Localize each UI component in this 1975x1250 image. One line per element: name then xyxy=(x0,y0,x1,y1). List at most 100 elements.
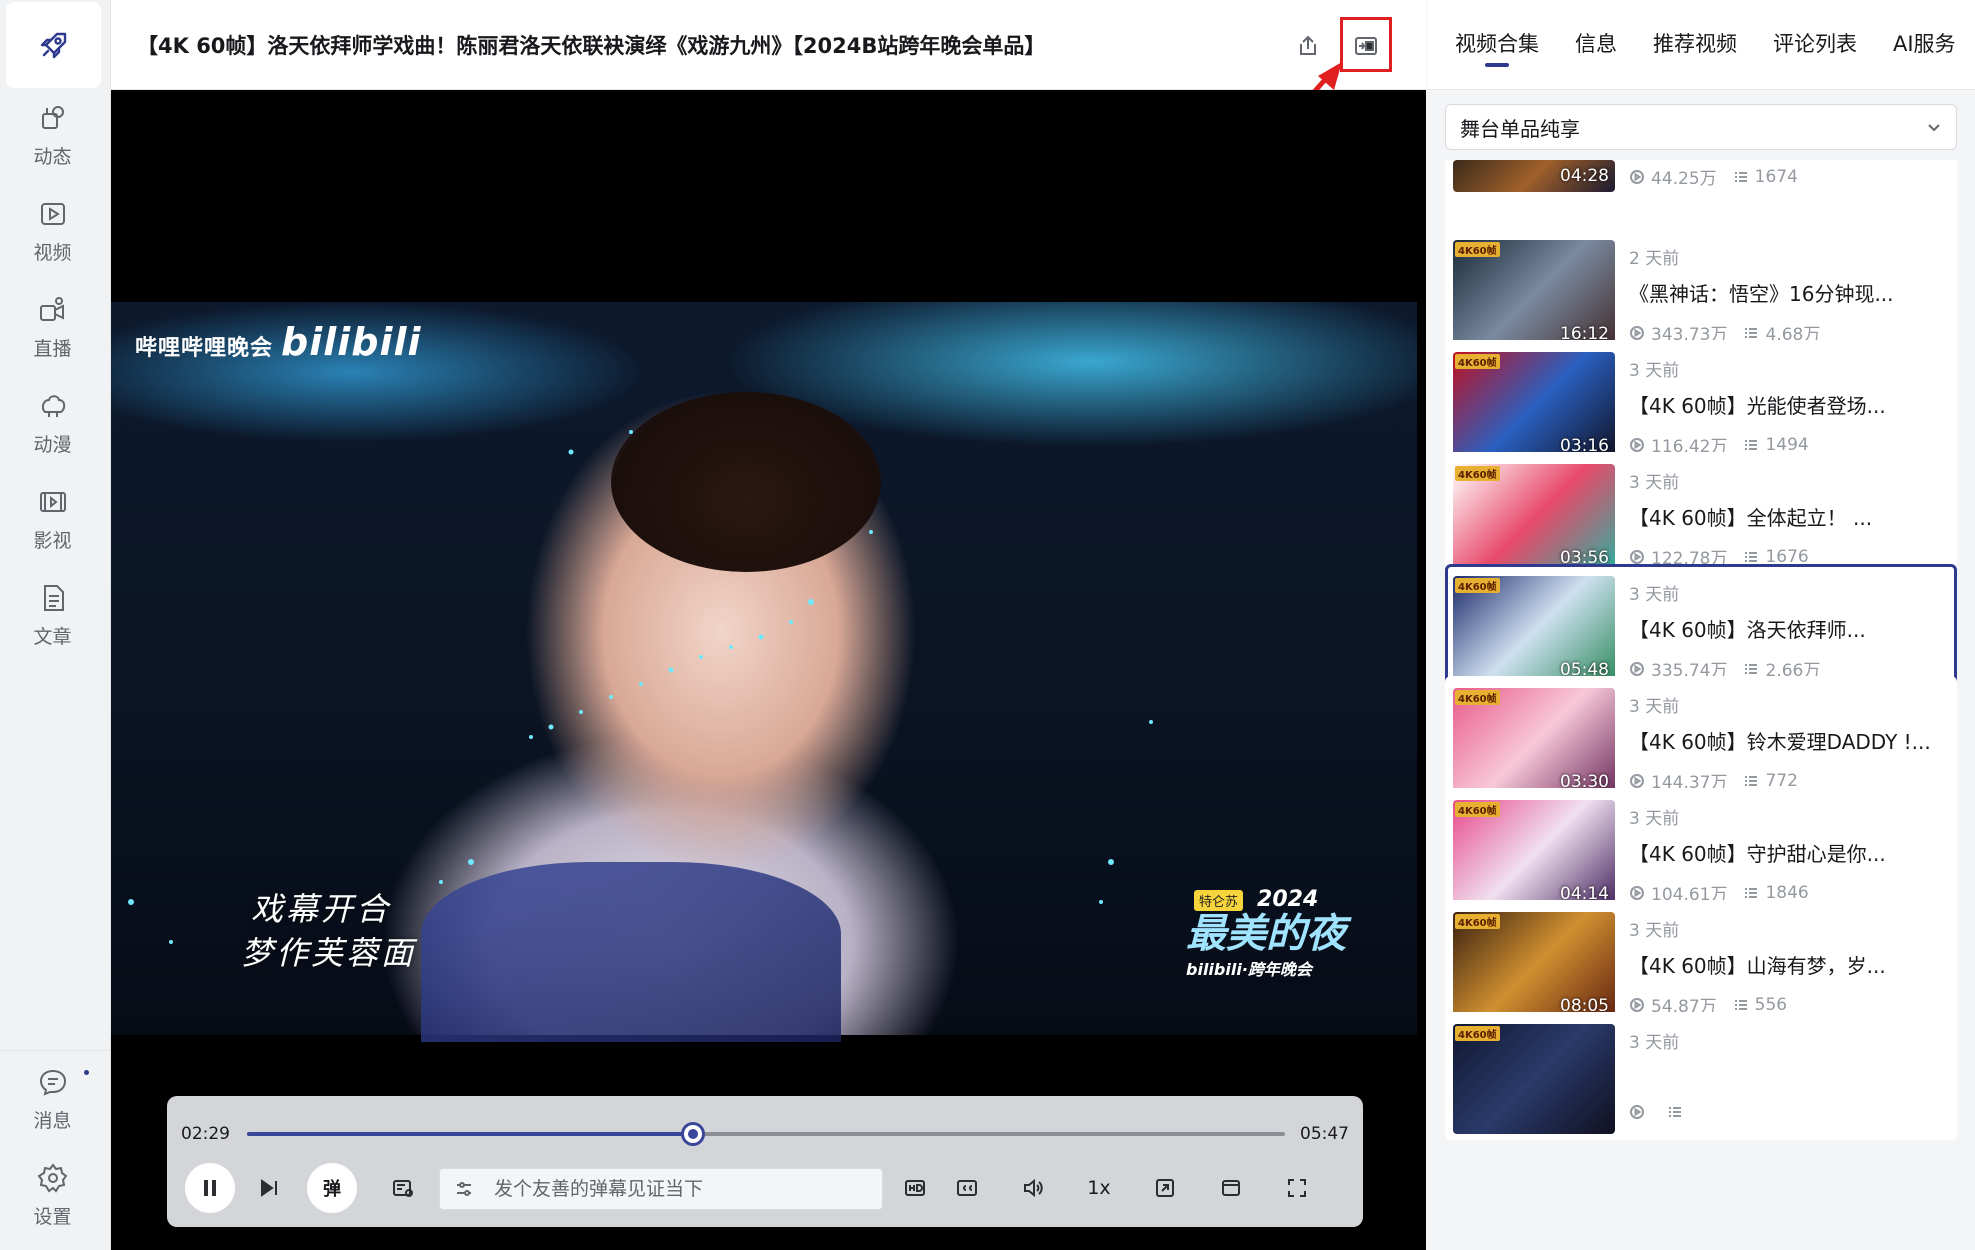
dropdown-value: 舞台单品纯享 xyxy=(1460,116,1580,141)
subtitle-button[interactable] xyxy=(947,1164,987,1212)
web-fullscreen-icon xyxy=(1222,1180,1240,1196)
video-list-item[interactable]: 4K60帧 04:14 3 天前 【4K 60帧】守护甜心是你... 104.61万 18… xyxy=(1445,788,1957,916)
sidebar-item-label: 文章 xyxy=(33,625,72,648)
panel-tabs: 视频合集 信息 推荐视频 评论列表 AI服务 xyxy=(1427,0,1975,90)
sidebar-item-live[interactable]: 直播 xyxy=(0,284,105,370)
danmaku-list-icon xyxy=(1734,999,1747,1010)
article-icon xyxy=(43,584,64,611)
sidebar-item-label: 直播 xyxy=(33,337,72,360)
video-play-icon xyxy=(40,202,65,225)
speed-button[interactable]: 1x xyxy=(1079,1164,1119,1212)
home-logo-button[interactable] xyxy=(6,2,101,88)
danmaku-settings-button[interactable] xyxy=(385,1164,421,1212)
video-thumbnail: 4K60帧 16:12 xyxy=(1453,240,1615,350)
picture-in-picture-button[interactable] xyxy=(1145,1164,1185,1212)
collection-dropdown[interactable]: 舞台单品纯享 xyxy=(1445,104,1957,150)
rocket-icon xyxy=(40,32,66,59)
video-list-item[interactable]: 4K60帧 08:05 3 天前 【4K 60帧】山海有梦，岁... 54.87万 556 xyxy=(1445,900,1957,1028)
danmaku-list-icon xyxy=(1745,327,1758,338)
video-list-item[interactable]: 4K60帧 03:16 3 天前 【4K 60帧】光能使者登场... 116.42万 14… xyxy=(1445,340,1957,468)
play-count-icon xyxy=(1630,661,1644,676)
sidebar-item-label: 消息 xyxy=(33,1109,72,1132)
publish-time: 3 天前 xyxy=(1629,473,1680,493)
event-year: 2024 xyxy=(1257,887,1319,912)
tab-info[interactable]: 信息 xyxy=(1575,28,1617,58)
sidebar-item-label: 动漫 xyxy=(33,433,72,456)
volume-button[interactable] xyxy=(1013,1164,1053,1212)
dynamic-icon xyxy=(41,105,64,129)
tab-ai-service[interactable]: AI服务 xyxy=(1893,28,1956,58)
view-count: 44.25万 xyxy=(1629,164,1717,189)
video-thumbnail: 4K60帧 03:16 xyxy=(1453,352,1615,462)
video-stats xyxy=(1629,1104,1689,1120)
video-list-title: 【4K 60帧】全体起立！ ... xyxy=(1629,506,1873,530)
video-thumbnail: 4K60帧 xyxy=(1453,1024,1615,1134)
app-window: 动态 视频 直播 动漫 影视 文章 消息 设置 【4K 60帧】洛天依拜师学戏曲… xyxy=(0,0,1975,1250)
publish-time: 3 天前 xyxy=(1629,921,1680,941)
sidebar-item-dynamic[interactable]: 动态 xyxy=(0,92,105,178)
publish-time: 3 天前 xyxy=(1629,585,1680,605)
quality-badge: 4K60帧 xyxy=(1455,690,1500,705)
sidebar: 动态 视频 直播 动漫 影视 文章 消息 设置 xyxy=(0,0,111,1250)
lyric-line: 梦作芙蓉面 xyxy=(241,934,417,972)
video-list-title: 【4K 60帧】山海有梦，岁... xyxy=(1629,954,1886,978)
share-button[interactable] xyxy=(1295,33,1321,59)
progress-handle[interactable] xyxy=(681,1122,706,1146)
publish-time: 3 天前 xyxy=(1629,809,1680,829)
video-duration: 04:28 xyxy=(1560,166,1609,186)
sidebar-item-video[interactable]: 视频 xyxy=(0,188,105,274)
video-list-item[interactable]: 4K60帧 05:48 3 天前 【4K 60帧】洛天依拜师... 335.74万 2.6… xyxy=(1445,564,1957,692)
sidebar-item-label: 视频 xyxy=(33,241,72,264)
player-controls: 02:29 05:47 弹 发个友善的弹幕见证当下 1x xyxy=(167,1096,1363,1227)
video-frame: 哔哩哔哩晚会 bilibili 戏幕开合 梦作芙蓉面 特仑苏 2024 最美的夜 b… xyxy=(111,302,1417,1042)
pause-button[interactable] xyxy=(185,1163,235,1213)
quality-button[interactable] xyxy=(895,1164,935,1212)
tab-recommended[interactable]: 推荐视频 xyxy=(1653,28,1737,58)
danmaku-input-box[interactable] xyxy=(439,1168,883,1210)
video-list-title: 【4K 60帧】守护甜心是你... xyxy=(1629,842,1886,866)
sidebar-item-label: 动态 xyxy=(33,145,72,168)
tab-collection[interactable]: 视频合集 xyxy=(1455,28,1539,58)
quality-badge: 4K60帧 xyxy=(1455,802,1500,817)
watermark-text: 哔哩哔哩晚会 xyxy=(135,336,274,361)
publish-time: 3 天前 xyxy=(1629,1033,1680,1053)
video-list-item[interactable]: 4K60帧 3 天前 xyxy=(1445,1012,1957,1140)
video-list-item[interactable]: 4K60帧 16:12 2 天前 《黑神话：悟空》16分钟现... 343.73万 4.6… xyxy=(1445,228,1957,356)
quality-badge: 4K60帧 xyxy=(1455,242,1500,257)
danmaku-list-icon xyxy=(1734,171,1747,182)
progress-bar[interactable] xyxy=(247,1122,1285,1146)
sidebar-item-settings[interactable]: 设置 xyxy=(0,1152,105,1238)
video-list-item[interactable]: 4K60帧 03:30 3 天前 【4K 60帧】铃木爱理DADDY !... 144.… xyxy=(1445,676,1957,804)
video-list: 04:28 44.25万 1674 4K60帧 16:12 2 天前 《黑神话：悟空》16分… xyxy=(1445,160,1961,1250)
video-thumbnail: 4K60帧 08:05 xyxy=(1453,912,1615,1022)
sidebar-item-article[interactable]: 文章 xyxy=(0,572,105,658)
total-time: 05:47 xyxy=(1300,1124,1349,1144)
sidebar-item-label: 影视 xyxy=(33,529,72,552)
video-thumbnail: 4K60帧 05:48 xyxy=(1453,576,1615,686)
settings-icon xyxy=(37,1162,67,1193)
message-icon xyxy=(39,1069,66,1096)
web-fullscreen-button[interactable] xyxy=(1211,1164,1251,1212)
lyric-line: 戏幕开合 xyxy=(251,890,392,928)
fullscreen-button[interactable] xyxy=(1277,1164,1317,1212)
video-thumbnail: 4K60帧 03:56 xyxy=(1453,464,1615,574)
sidebar-item-messages[interactable]: 消息 xyxy=(0,1056,105,1142)
video-player[interactable]: 哔哩哔哩晚会 bilibili 戏幕开合 梦作芙蓉面 特仑苏 2024 最美的夜 b… xyxy=(111,90,1426,1250)
danmaku-input[interactable] xyxy=(494,1178,854,1200)
video-list-item[interactable]: 4K60帧 03:56 3 天前 【4K 60帧】全体起立！ ... 122.78万 16… xyxy=(1445,452,1957,580)
sidebar-item-film[interactable]: 影视 xyxy=(0,476,105,562)
video-title: 【4K 60帧】洛天依拜师学戏曲！陈丽君洛天依联袂演绎《戏游九州》【2024B站… xyxy=(137,34,1046,58)
danmaku-toggle-label: 弹 xyxy=(323,1179,341,1200)
danmaku-toggle-button[interactable]: 弹 xyxy=(307,1163,357,1213)
video-stats: 44.25万 1674 xyxy=(1629,164,1798,189)
event-logo: 特仑苏 2024 最美的夜 bilibili·跨年晚会 xyxy=(1186,887,1346,980)
publish-time: 3 天前 xyxy=(1629,697,1680,717)
tab-comments[interactable]: 评论列表 xyxy=(1773,28,1857,58)
hd-icon xyxy=(905,1180,925,1196)
play-count-icon xyxy=(1630,1105,1644,1119)
right-panel: 视频合集 信息 推荐视频 评论列表 AI服务 舞台单品纯享 04:28 44.25… xyxy=(1427,0,1975,1250)
next-button[interactable] xyxy=(249,1164,289,1212)
sidebar-divider xyxy=(0,1050,110,1051)
volume-icon xyxy=(1024,1178,1043,1198)
sidebar-item-anime[interactable]: 动漫 xyxy=(0,380,105,466)
